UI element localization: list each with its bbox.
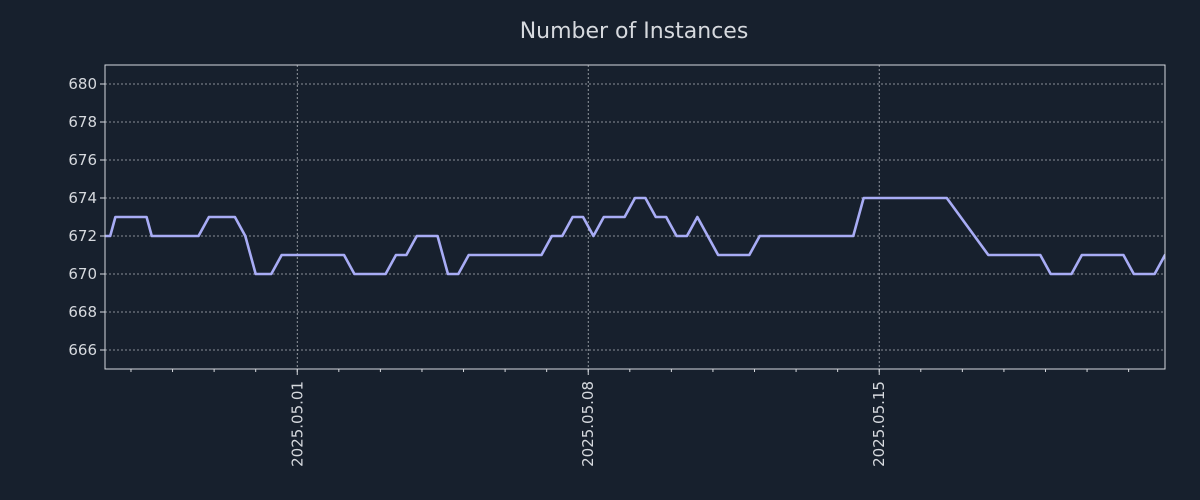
y-tick-label: 670 [68, 265, 97, 283]
y-tick-label: 674 [68, 189, 97, 207]
grid-lines [105, 65, 1165, 369]
x-tick-label: 2025.05.01 [288, 381, 306, 467]
y-tick-label: 680 [68, 75, 97, 93]
chart-title: Number of Instances [520, 19, 749, 44]
line-chart: Number of Instances 666 668 670 672 674 676 67… [68, 19, 1166, 467]
series-line [105, 196, 1165, 276]
x-tick-label: 2025.05.15 [870, 381, 888, 467]
y-tick-label: 668 [68, 303, 97, 321]
chart-container: Number of Instances 666 668 670 672 674 676 67… [0, 0, 1200, 500]
axis-ticks [100, 83, 1130, 375]
tick-labels: 666 668 670 672 674 676 678 680 2025.05.01 2025.0… [68, 75, 888, 467]
y-tick-label: 678 [68, 113, 97, 131]
y-tick-label: 676 [68, 151, 97, 169]
plot-frame [104, 64, 1166, 370]
x-tick-label: 2025.05.08 [579, 381, 597, 467]
y-tick-label: 666 [68, 341, 97, 359]
y-tick-label: 672 [68, 227, 97, 245]
series-layer [105, 196, 1165, 276]
